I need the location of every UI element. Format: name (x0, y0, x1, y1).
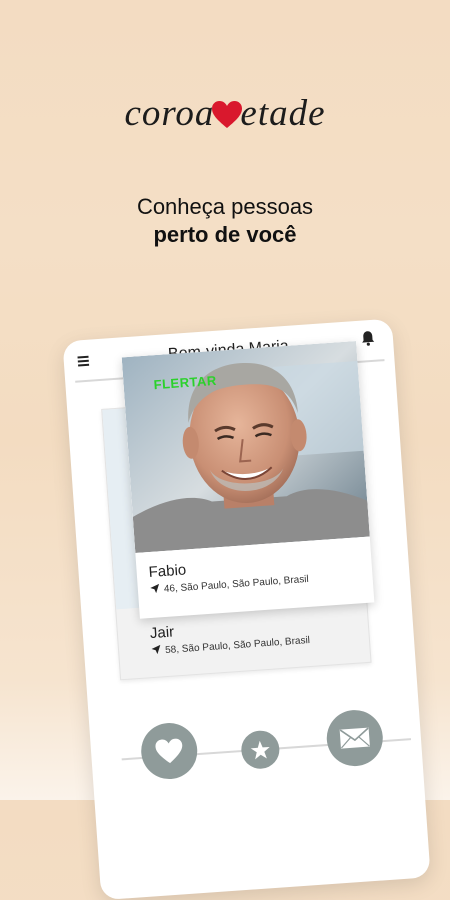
like-button[interactable] (139, 721, 200, 781)
profile-card-front[interactable]: FLERTAR Fabio 46, São Paulo, São Paulo, … (121, 341, 375, 619)
message-button[interactable] (324, 708, 385, 768)
headline: Conheça pessoas perto de você (0, 193, 450, 249)
profile-name-front: Fabio (148, 561, 187, 582)
headline-line-1: Conheça pessoas (136, 194, 314, 219)
star-icon (250, 740, 270, 759)
logo-text-left: coroa (124, 93, 215, 134)
location-text-back: 58, São Paulo, São Paulo, Brasil (164, 634, 311, 657)
mail-icon (339, 727, 370, 749)
profile-name-back: Jair (149, 623, 175, 643)
headline-line-2: perto de você (153, 222, 297, 247)
location-arrow-icon (151, 644, 161, 655)
heart-logo-icon (212, 101, 243, 128)
app-logo: coroa etade (0, 92, 450, 135)
phone-mockup: Bem-vinda Maria Jair 58, São Paulo, São … (62, 318, 431, 900)
profile-photo-front: FLERTAR (121, 341, 370, 553)
heart-icon (155, 738, 183, 763)
logo-text-right: etade (240, 93, 326, 134)
smiling-man-photo (121, 341, 370, 553)
bell-icon[interactable] (360, 330, 375, 347)
favorite-button[interactable] (240, 729, 281, 770)
profile-location-back: 58, São Paulo, São Paulo, Brasil (151, 634, 311, 657)
location-arrow-icon (150, 583, 160, 594)
